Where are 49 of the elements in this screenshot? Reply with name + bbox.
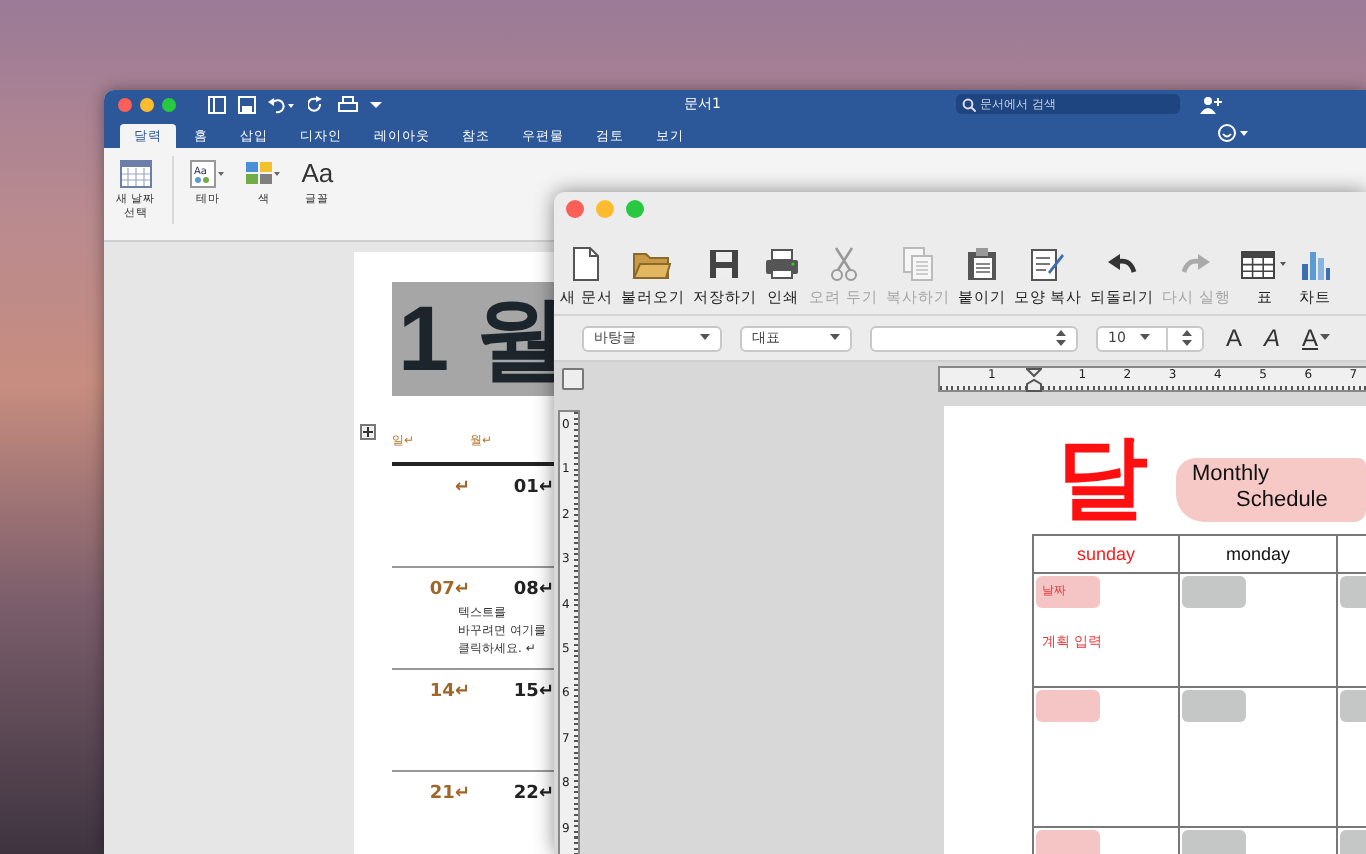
text-style-button[interactable]: A [1226,324,1243,352]
bar-chart-icon [1299,246,1332,282]
color-swatches-icon [245,160,282,188]
date-number: 14↵ [429,682,470,702]
caret-icon [830,334,840,342]
text-style-button[interactable]: A [1264,324,1281,352]
undo-icon[interactable] [268,96,296,114]
title-text: Schedule [1236,488,1330,514]
title-character: 달 [1056,426,1148,526]
title-text: Monthly [1192,462,1272,488]
caret-icon [1140,334,1151,342]
font-icon: Aa [301,160,334,188]
stepper-icon [1056,330,1066,346]
scissors-icon [829,246,858,282]
print-icon[interactable] [338,96,358,114]
tab-stop-button[interactable] [562,368,584,390]
caret-icon[interactable] [1320,334,1331,342]
text-style-button[interactable]: A [1302,324,1319,352]
date-number: ↵ [454,478,470,498]
minimize-button[interactable] [140,98,154,112]
day-header: monday [1180,536,1338,574]
date-number: 07↵ [429,580,470,600]
search-icon [962,97,976,111]
close-button[interactable] [566,200,584,218]
font-name-field[interactable] [870,325,1078,351]
clipboard-icon [965,246,998,282]
day-header: sunday [1034,536,1180,574]
add-person-icon[interactable] [1200,96,1224,114]
table-move-handle-icon[interactable] [360,424,376,440]
stepper-icon [1182,330,1192,346]
sidebar-icon[interactable] [208,96,226,114]
zoom-button[interactable] [162,98,176,112]
date-number: 15↵ [513,682,554,702]
caret-icon[interactable] [370,96,382,114]
copy-icon [901,246,934,282]
indent-marker-icon[interactable] [1026,368,1042,392]
document-icon [570,246,603,282]
redo-icon[interactable] [308,96,326,114]
date-number: 01↵ [513,478,554,498]
save-icon[interactable] [238,96,256,114]
date-number: 22↵ [513,784,554,804]
calendar-icon [119,160,152,188]
document-pen-icon [1029,246,1066,282]
date-number: 08↵ [513,580,554,600]
printer-icon [764,246,801,282]
caret-icon [700,334,710,342]
smiley-icon[interactable] [1218,124,1250,142]
table-icon [1239,246,1292,282]
date-number: 21↵ [429,784,470,804]
